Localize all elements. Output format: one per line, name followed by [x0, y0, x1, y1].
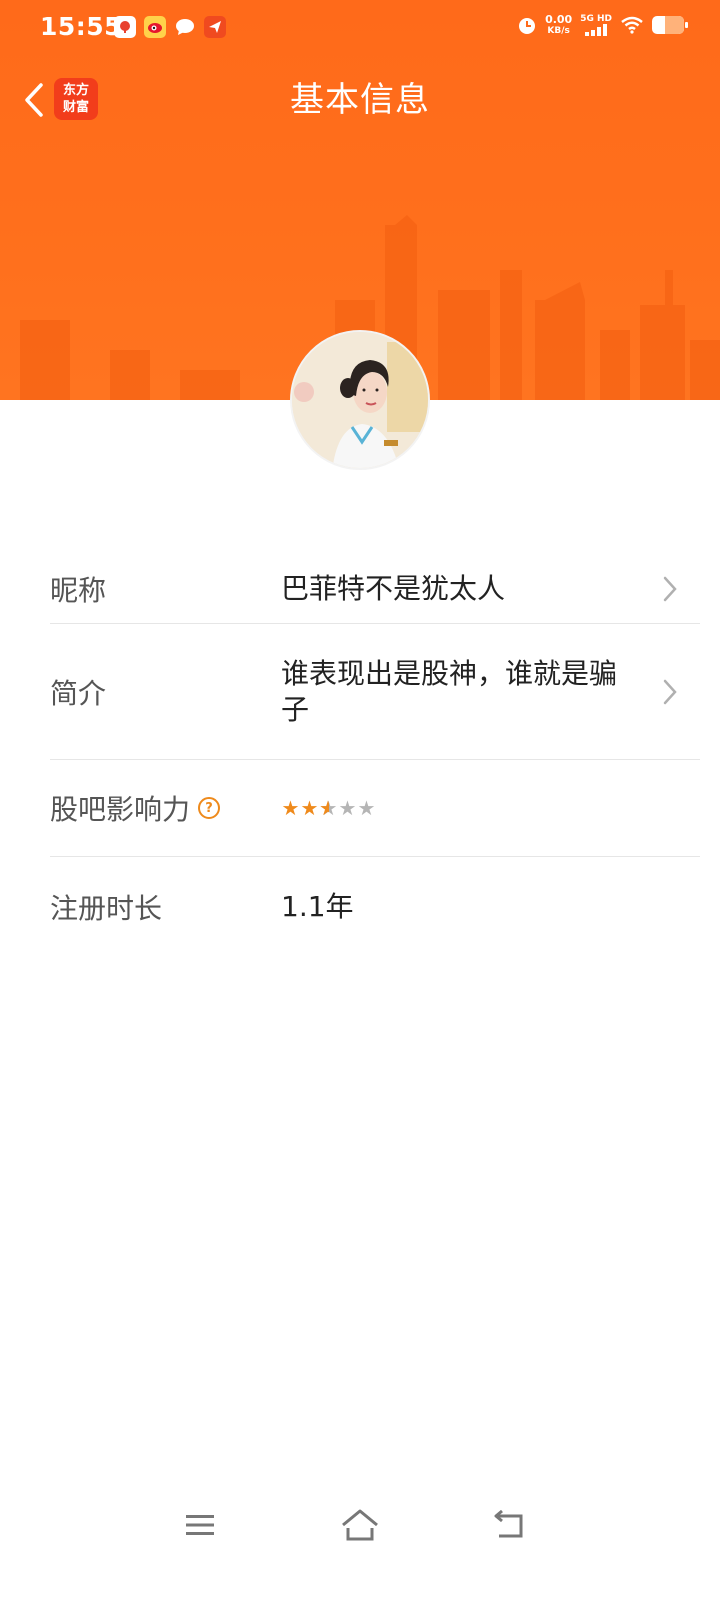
- star-icon: ★: [338, 796, 357, 820]
- star-icon: ★: [300, 796, 319, 820]
- alarm-icon: [519, 18, 536, 34]
- star-icon: ★: [319, 796, 338, 820]
- chevron-right-icon: [663, 679, 677, 704]
- nickname-value: 巴菲特不是犹太人: [281, 571, 506, 605]
- help-icon[interactable]: ?: [198, 797, 221, 819]
- row-nickname[interactable]: 昵称 巴菲特不是犹太人: [50, 554, 700, 624]
- intro-label: 简介: [50, 676, 107, 710]
- chevron-right-icon: [663, 576, 677, 601]
- status-bar: 15:55 0.00 KB/s 5G HD: [0, 0, 720, 56]
- star-icon: ★: [281, 796, 300, 820]
- status-right-icons: 0.00 KB/s 5G HD: [517, 13, 688, 37]
- system-nav-bar: [0, 1490, 720, 1570]
- registration-value: 1.1年: [281, 890, 354, 923]
- intro-value: 谁表现出是股神，谁就是骗子: [281, 656, 618, 726]
- star-icon: ★: [357, 796, 376, 820]
- row-registration: 注册时长 1.1年: [50, 857, 700, 957]
- nickname-label: 昵称: [50, 573, 107, 607]
- row-intro[interactable]: 简介 谁表现出是股神，谁就是骗子: [50, 624, 700, 760]
- net-speed: 0.00 KB/s: [545, 13, 573, 37]
- message-icon: [174, 16, 196, 38]
- influence-rating: ★ ★ ★ ★ ★: [281, 796, 376, 820]
- battery-level: [664, 16, 684, 34]
- home-button[interactable]: [330, 1500, 390, 1550]
- net-speed-value: 0.00: [545, 13, 573, 26]
- back-arrow-icon: [494, 1510, 523, 1538]
- notification-app-icon: [114, 16, 136, 38]
- back-nav-button[interactable]: [478, 1500, 538, 1550]
- weibo-icon: [144, 16, 166, 38]
- profile-info-list: 昵称 巴菲特不是犹太人 简介 谁表现出是股神，谁就是骗子 股吧影响力 ? ★ ★ ★…: [50, 554, 700, 957]
- avatar-photo: [292, 332, 428, 468]
- avatar[interactable]: [290, 330, 430, 470]
- net-speed-unit: KB/s: [547, 26, 570, 36]
- send-app-icon: [204, 16, 226, 38]
- menu-button[interactable]: [170, 1500, 230, 1550]
- wifi-icon: [621, 16, 643, 34]
- influence-label: 股吧影响力 ?: [50, 788, 281, 828]
- registration-label: 注册时长: [50, 892, 163, 925]
- status-time: 15:55: [40, 12, 123, 41]
- home-icon: [342, 1509, 378, 1541]
- row-influence: 股吧影响力 ? ★ ★ ★ ★ ★: [50, 760, 700, 857]
- menu-icon: [186, 1515, 214, 1535]
- notification-icons: [114, 16, 226, 38]
- network-type: 5G HD: [580, 14, 612, 24]
- signal-block: 5G HD: [580, 14, 612, 36]
- signal-icon: [585, 24, 608, 36]
- influence-label-text: 股吧影响力: [50, 793, 191, 826]
- page-title: 基本信息: [290, 80, 430, 120]
- battery-icon: [652, 16, 688, 34]
